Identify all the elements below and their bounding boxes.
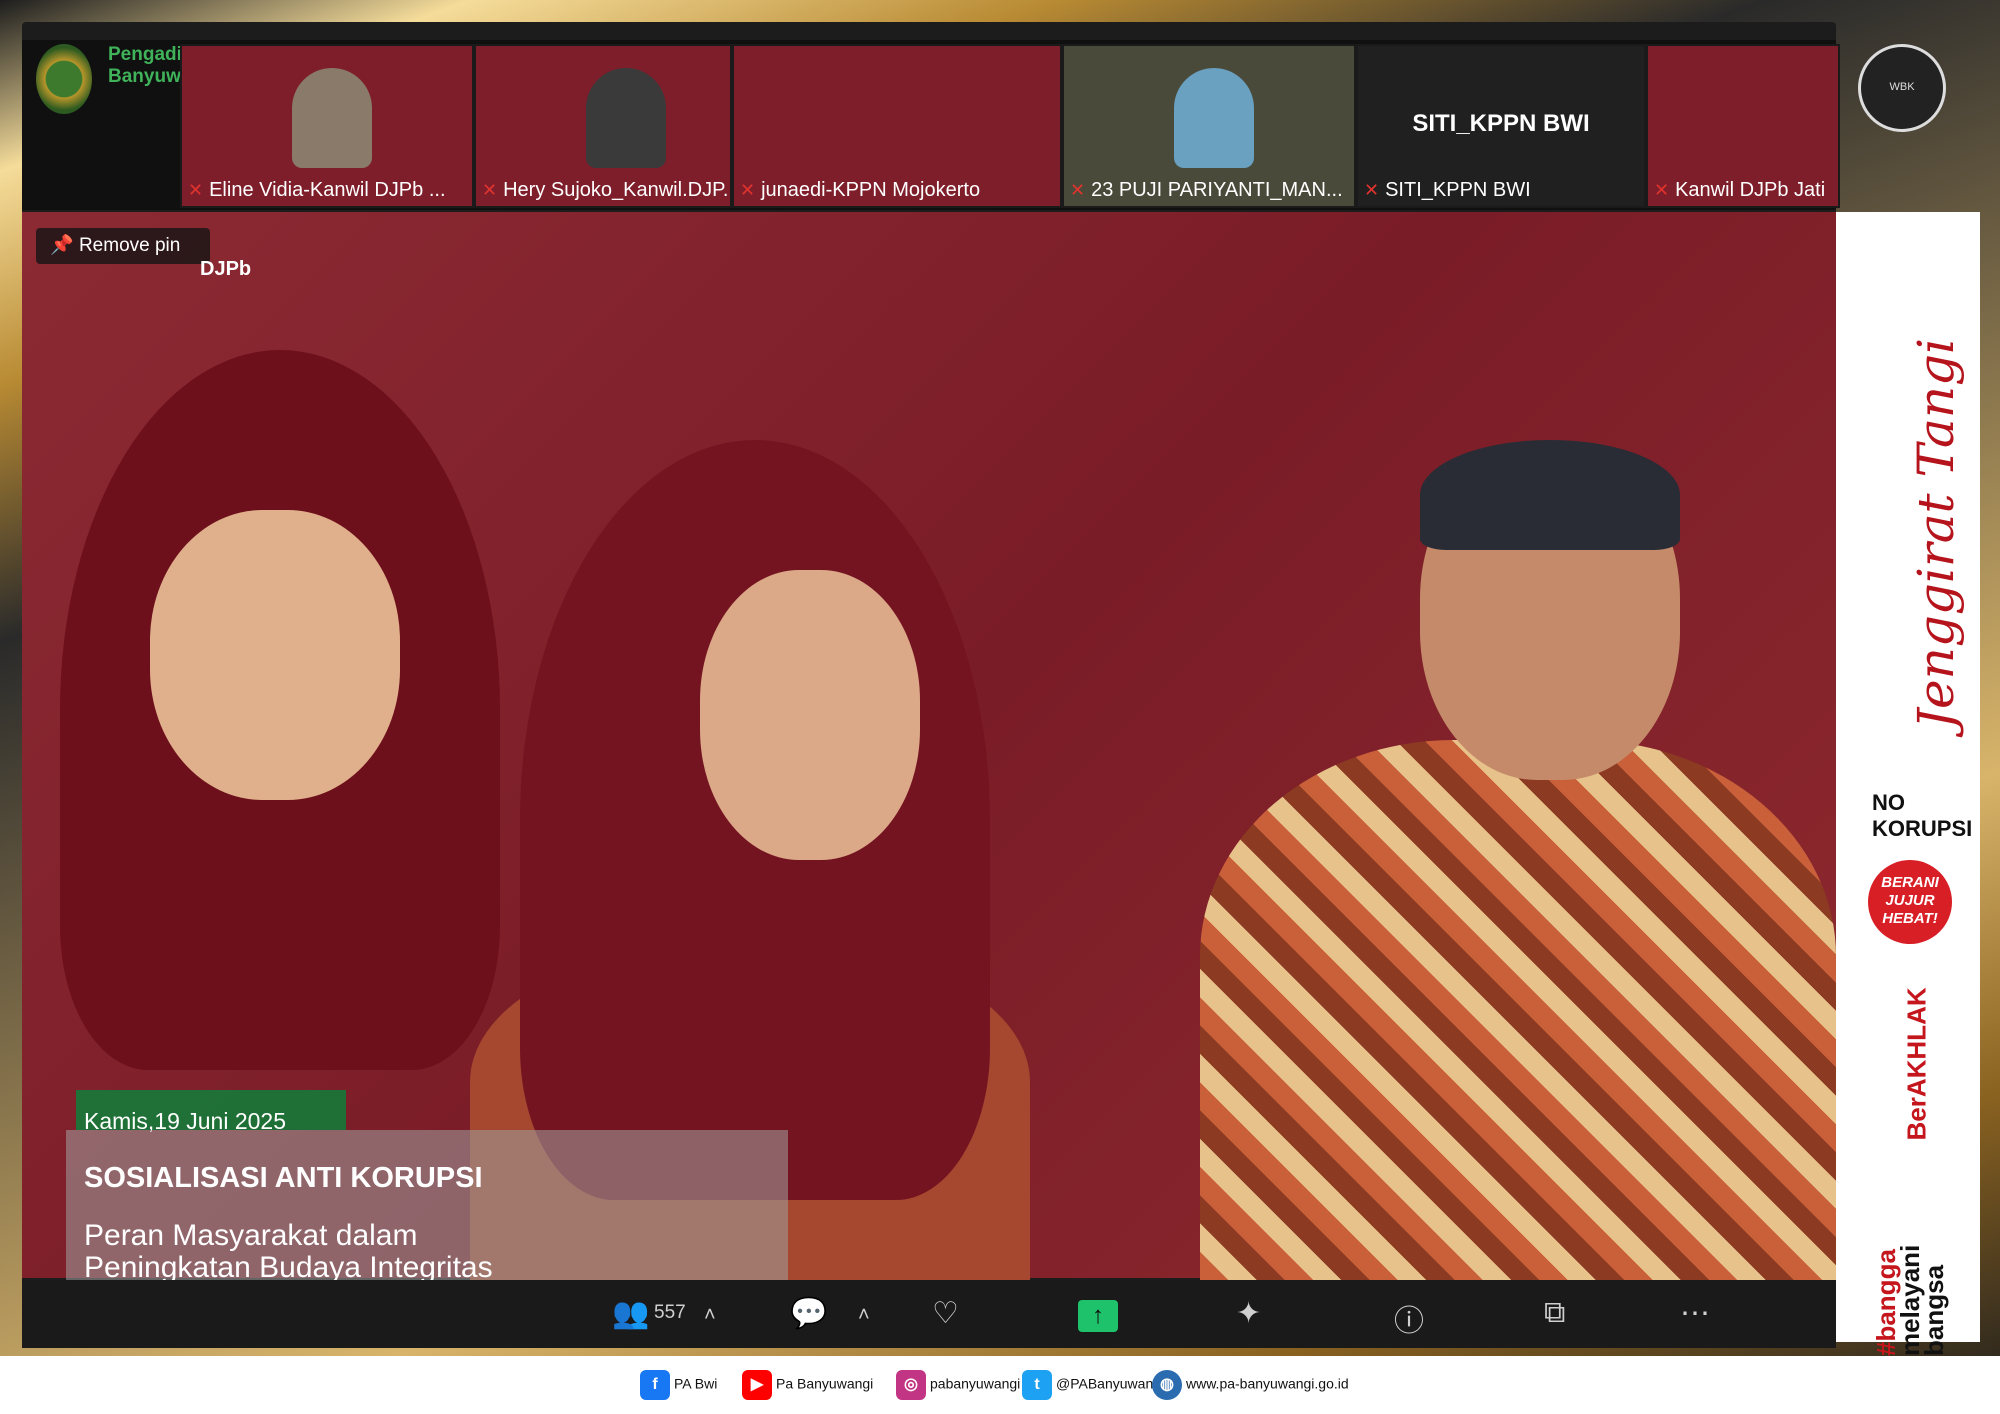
participant-tile[interactable]: SITI_KPPN BWI ✕ SITI_KPPN BWI [1356,44,1646,208]
instagram-link[interactable]: ◎ pabanyuwangi [896,1370,1020,1400]
chat-icon[interactable]: 💬 [790,1296,827,1331]
participant-name: Kanwil DJPb Jati [1675,179,1826,201]
website-link[interactable]: ◍ www.pa-banyuwangi.go.id [1152,1370,1349,1400]
no-korupsi-logo: NO KORUPSI [1872,790,1973,841]
ai-companion-icon[interactable]: ✦ [1236,1296,1261,1331]
participant-video [292,68,372,168]
instagram-icon: ◎ [896,1370,926,1400]
participant-face [700,570,920,860]
participant-figure [1200,740,1836,1280]
apps-icon[interactable]: ⧉ [1544,1296,1565,1330]
twitter-icon: t [1022,1370,1052,1400]
remove-pin-label: Remove pin [78,235,181,256]
more-icon[interactable]: ⋯ [1680,1296,1710,1331]
participant-face [150,510,400,800]
muted-mic-icon: ✕ [188,180,204,200]
berani-jujur-hebat-logo: BERANI JUJUR HEBAT! [1868,860,1952,944]
video-off-label: SITI_KPPN BWI [1412,110,1590,137]
participant-video [1174,68,1254,168]
caption-subtitle-line1: Peran Masyarakat dalam [84,1219,418,1252]
participants-count: 557 [654,1302,686,1323]
berakhlak-logo: BerAKHLAK [1901,987,1932,1141]
reactions-icon[interactable]: ♡ [932,1296,959,1331]
participant-video [586,68,666,168]
participant-name: 23 PUJI PARIYANTI_MAN... [1091,179,1343,201]
zona-integritas-logo: WBK [1858,44,1946,132]
muted-mic-icon: ✕ [482,180,498,200]
participant-tile[interactable]: ✕ Hery Sujoko_Kanwil.DJP... [474,44,732,208]
globe-icon: ◍ [1152,1370,1182,1400]
muted-mic-icon: ✕ [1070,180,1086,200]
participants-icon[interactable]: 👥 [612,1296,649,1331]
participant-hair [1420,440,1680,550]
participant-tile[interactable]: ✕ 23 PUJI PARIYANTI_MAN... [1062,44,1356,208]
bangga-melayani-bangsa-logo: #bangga melayani bangsa [1871,1244,1949,1356]
participant-tile[interactable]: ✕ junaedi-KPPN Mojokerto [732,44,1062,208]
muted-mic-icon: ✕ [1654,180,1670,200]
slogan-text: Jenggirat Tangi [1907,337,1965,729]
muted-mic-icon: ✕ [740,180,756,200]
participant-name: SITI_KPPN BWI [1385,179,1531,201]
youtube-link[interactable]: ▶ Pa Banyuwangi [742,1370,873,1400]
participant-name: Eline Vidia-Kanwil DJPb ... [209,179,446,201]
participant-tile[interactable]: ✕ Kanwil DJPb Jati [1646,44,1840,208]
remove-pin-button[interactable]: 📌 Remove pin [36,228,210,264]
caption-title: SOSIALISASI ANTI KORUPSI [84,1162,483,1194]
muted-mic-icon: ✕ [1364,180,1380,200]
participant-name: junaedi-KPPN Mojokerto [761,179,981,201]
participant-tile[interactable]: ✕ Eline Vidia-Kanwil DJPb ... [180,44,474,208]
chevron-up-icon[interactable]: ˄ [704,1304,716,1327]
twitter-link[interactable]: t @PABanyuwangi [1022,1370,1164,1400]
share-screen-button[interactable]: ↑ [1078,1300,1118,1332]
info-icon[interactable]: ⓘ [1394,1296,1424,1340]
pin-icon: 📌 [50,235,74,256]
djpb-logo-text: DJPb [200,258,252,280]
facebook-link[interactable]: f PA Bwi [640,1370,717,1400]
pengadilan-agama-logo [36,44,92,114]
participant-name: Hery Sujoko_Kanwil.DJP... [503,179,732,201]
facebook-icon: f [640,1370,670,1400]
caption-subtitle: Peran Masyarakat dalam Peningkatan Buday… [84,1220,784,1284]
youtube-icon: ▶ [742,1370,772,1400]
chevron-up-icon[interactable]: ˄ [858,1304,870,1327]
